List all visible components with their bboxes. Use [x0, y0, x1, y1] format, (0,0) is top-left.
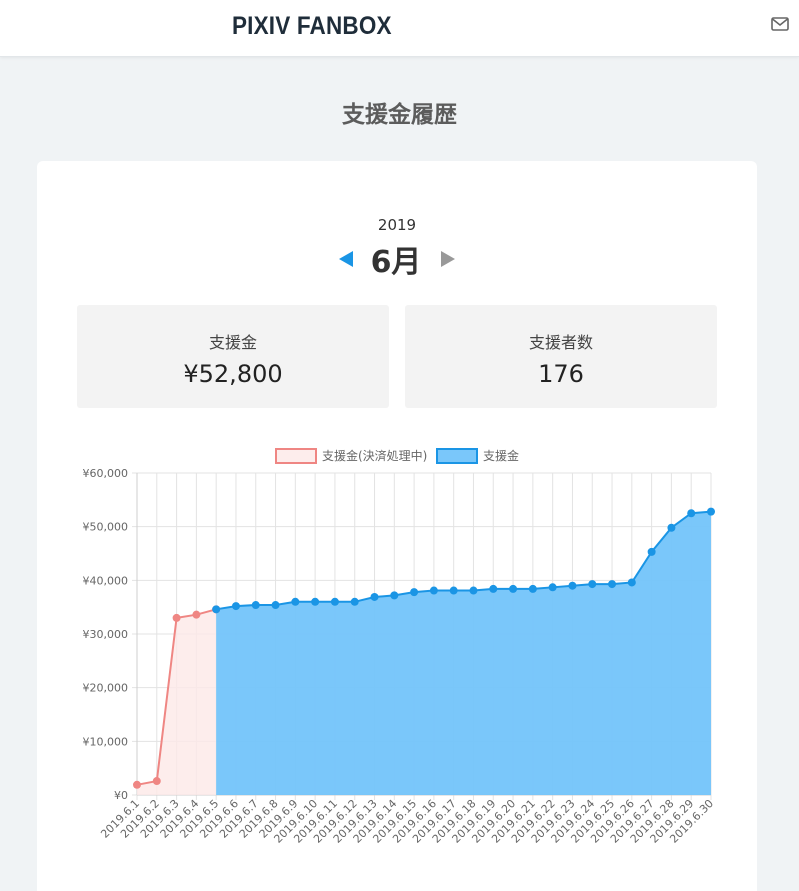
- y-tick-label: ¥10,000: [83, 735, 129, 748]
- data-point-confirmed: [350, 597, 359, 606]
- data-point-confirmed: [489, 584, 498, 593]
- y-tick-label: ¥0: [114, 789, 128, 802]
- y-tick-label: ¥20,000: [83, 682, 129, 695]
- data-point-confirmed: [291, 597, 300, 606]
- series-area-confirmed: [216, 511, 711, 795]
- data-point-confirmed: [449, 586, 458, 595]
- data-point-confirmed: [568, 581, 577, 590]
- data-point-confirmed: [469, 586, 478, 595]
- data-point-confirmed: [311, 597, 320, 606]
- legend-label-pending: 支援金(決済処理中): [322, 448, 427, 463]
- y-tick-label: ¥40,000: [83, 574, 129, 587]
- series-area-pending: [137, 609, 217, 795]
- data-point-confirmed: [627, 578, 636, 587]
- data-point-confirmed: [370, 592, 379, 601]
- data-point-confirmed: [231, 602, 240, 611]
- data-point-confirmed: [251, 601, 260, 610]
- support-chart: ¥0 ¥10,000 ¥20,000 ¥30,000 ¥40,000 ¥50,000 ¥60…: [83, 448, 716, 846]
- data-point-confirmed: [429, 586, 438, 595]
- data-point-confirmed: [647, 547, 656, 556]
- legend-swatch-pending: [275, 448, 317, 464]
- legend-label-confirmed: 支援金: [483, 448, 519, 463]
- legend-swatch-confirmed: [436, 448, 478, 464]
- data-point-confirmed: [330, 597, 339, 606]
- data-point-confirmed: [212, 605, 221, 614]
- y-tick-label: ¥30,000: [83, 628, 129, 641]
- data-point-confirmed: [528, 584, 537, 593]
- data-point-confirmed: [608, 580, 617, 589]
- data-point-confirmed: [410, 588, 419, 597]
- data-point-confirmed: [390, 591, 399, 600]
- data-point-confirmed: [548, 583, 557, 592]
- data-point-pending: [152, 777, 161, 786]
- data-point-pending: [172, 613, 181, 622]
- data-point-pending: [192, 610, 201, 619]
- y-tick-label: ¥50,000: [83, 521, 129, 534]
- data-point-confirmed: [509, 584, 518, 593]
- y-tick-label: ¥60,000: [83, 467, 129, 480]
- data-point-confirmed: [707, 507, 715, 516]
- data-point-confirmed: [687, 509, 696, 518]
- data-point-confirmed: [667, 523, 676, 532]
- data-point-confirmed: [588, 580, 597, 589]
- data-point-confirmed: [271, 601, 280, 610]
- data-point-pending: [133, 780, 141, 789]
